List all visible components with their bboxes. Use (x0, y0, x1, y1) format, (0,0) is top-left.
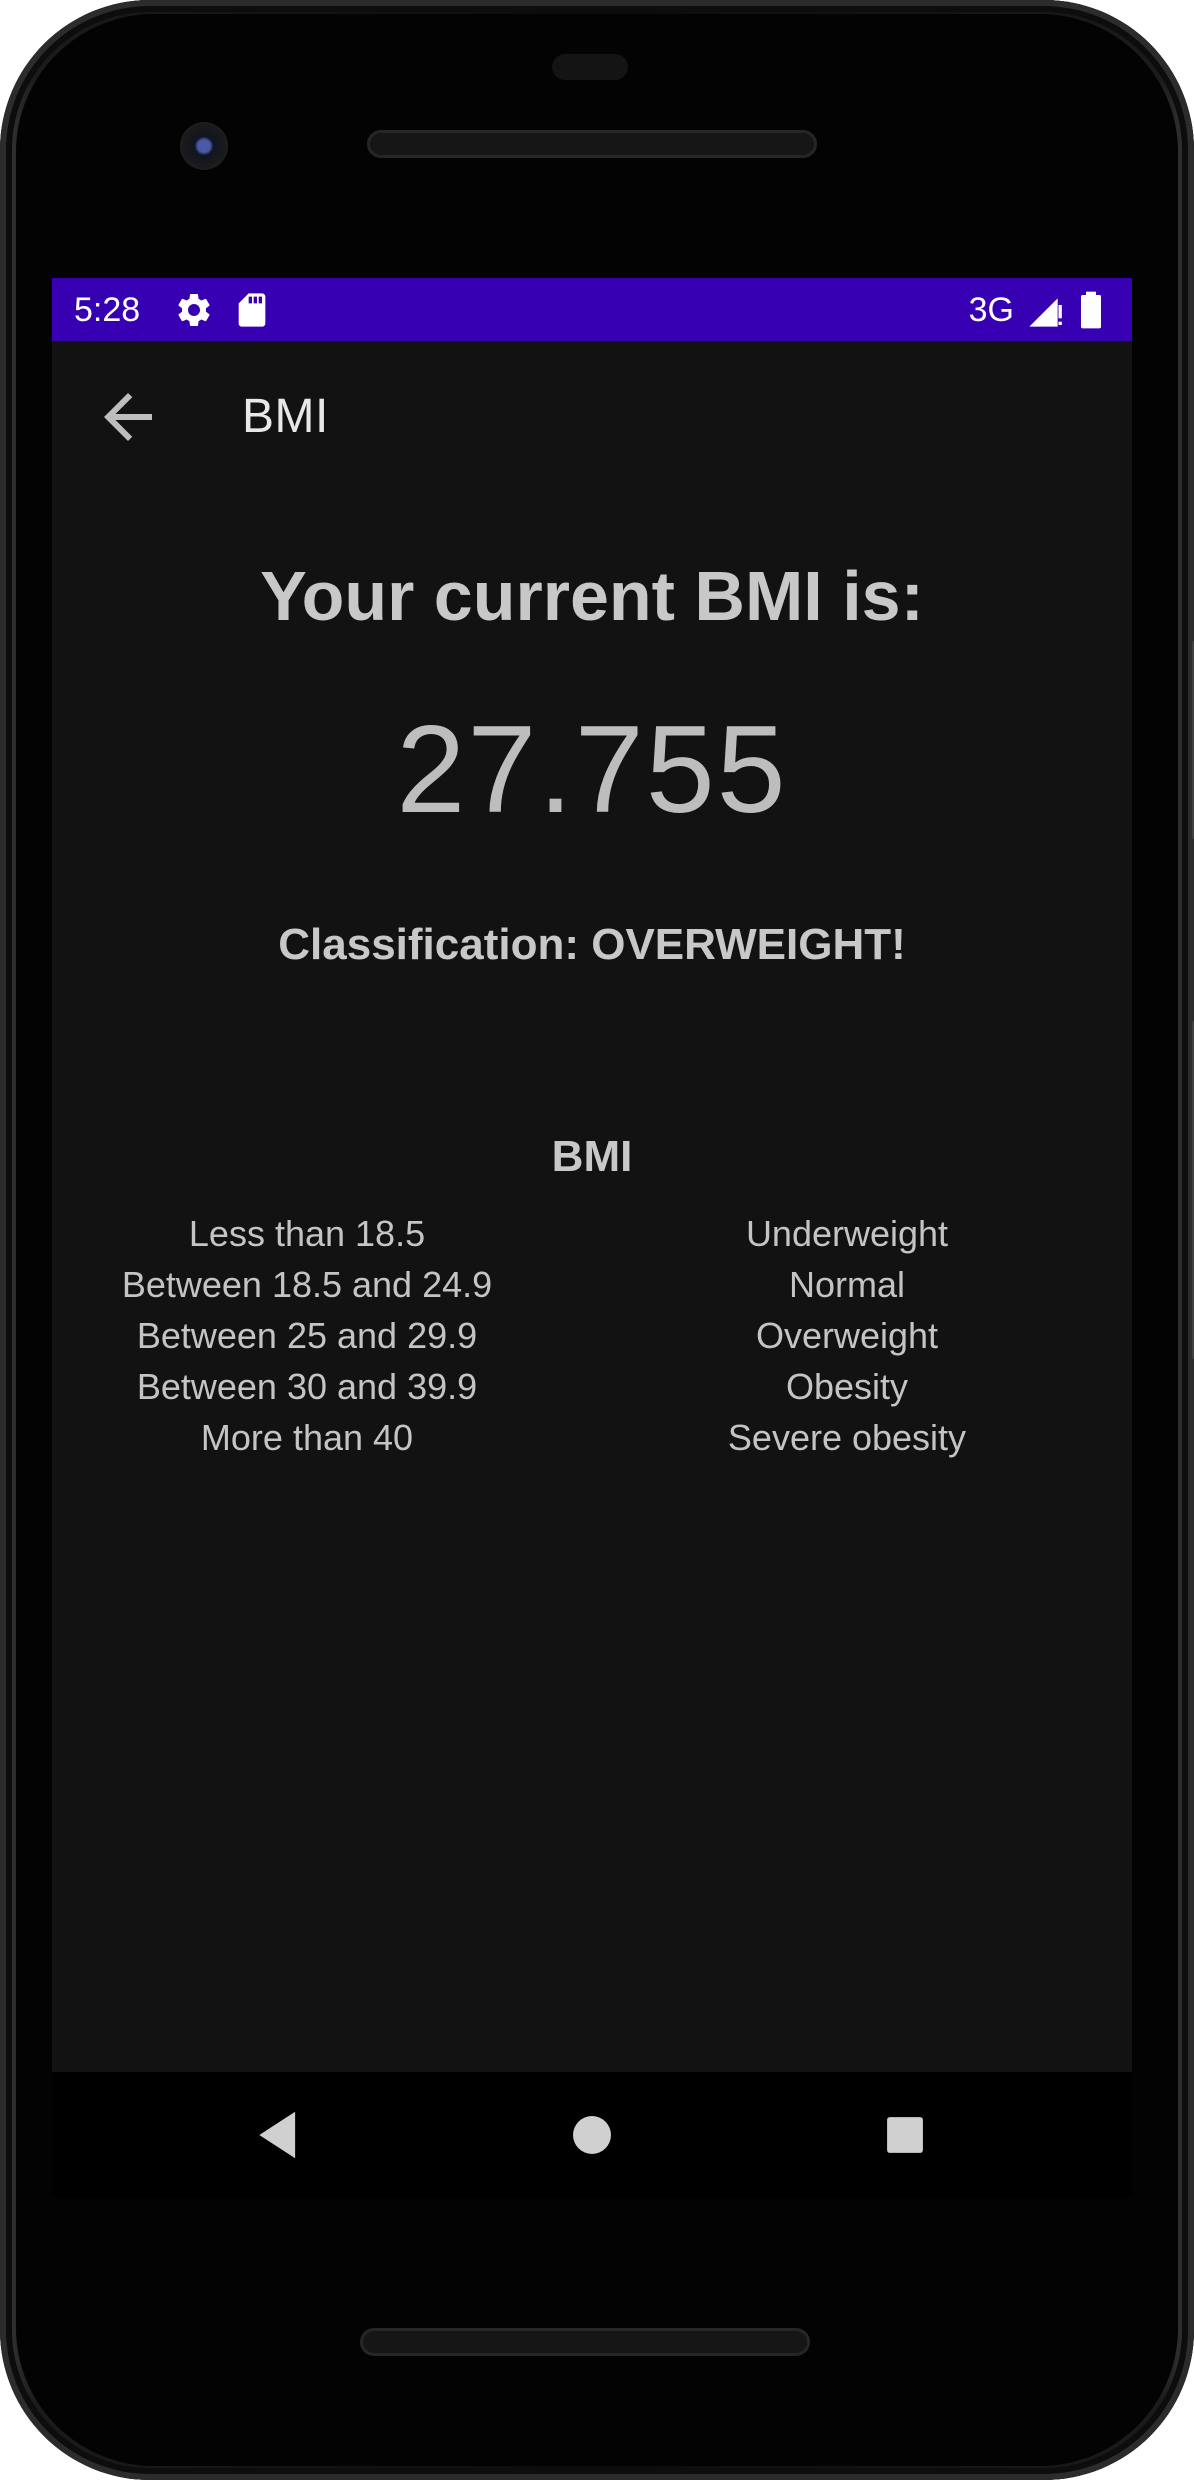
network-type: 3G (968, 291, 1014, 329)
app-bar: BMI (52, 341, 1132, 488)
navigation-bar (52, 2072, 1132, 2198)
phone-frame: 5:28 3G BMI Your current BMI is: 27.755 … (0, 0, 1194, 2480)
table-row: Between 18.5 and 24.9 Normal (52, 1259, 1132, 1310)
bmi-class: Overweight (755, 1315, 939, 1356)
bmi-range: Less than 18.5 (188, 1213, 426, 1254)
bmi-range: Between 25 and 29.9 (136, 1315, 478, 1356)
page-title: BMI (242, 390, 329, 443)
app-screen: 5:28 3G BMI Your current BMI is: 27.755 … (52, 278, 1132, 2072)
bmi-range: Between 18.5 and 24.9 (121, 1264, 493, 1305)
nav-recents-button[interactable] (862, 2092, 948, 2178)
back-triangle-icon (259, 2111, 296, 2159)
front-camera (180, 122, 228, 170)
top-speaker-grille (367, 130, 817, 158)
status-time: 5:28 (74, 291, 141, 329)
sd-card-icon (232, 290, 272, 330)
bmi-class: Underweight (745, 1213, 949, 1254)
battery-icon (1076, 290, 1106, 330)
gear-icon (174, 290, 214, 330)
classification-label: Classification: OVERWEIGHT! (278, 920, 906, 969)
table-row: More than 40 Severe obesity (52, 1412, 1132, 1463)
signal-icon (1026, 290, 1066, 330)
bmi-class: Severe obesity (727, 1417, 967, 1458)
recents-square-icon (887, 2117, 923, 2153)
bmi-table: Less than 18.5 Underweight Between 18.5 … (52, 1208, 1132, 1463)
arrow-back-icon (104, 393, 152, 441)
earpiece (552, 54, 628, 80)
status-bar: 5:28 3G (52, 278, 1132, 341)
table-row: Between 25 and 29.9 Overweight (52, 1310, 1132, 1361)
nav-home-button[interactable] (549, 2092, 635, 2178)
bmi-class: Normal (788, 1264, 905, 1305)
bmi-table-title: BMI (551, 1132, 633, 1181)
back-button[interactable] (92, 381, 164, 453)
home-circle-icon (573, 2116, 611, 2154)
bottom-speaker-grille (360, 2328, 810, 2356)
bmi-value: 27.755 (396, 701, 788, 839)
nav-back-button[interactable] (236, 2092, 322, 2178)
bmi-range: Between 30 and 39.9 (136, 1366, 478, 1407)
result-headline: Your current BMI is: (260, 557, 924, 635)
bmi-class: Obesity (785, 1366, 909, 1407)
table-row: Less than 18.5 Underweight (52, 1208, 1132, 1259)
table-row: Between 30 and 39.9 Obesity (52, 1361, 1132, 1412)
bmi-range: More than 40 (200, 1417, 414, 1458)
